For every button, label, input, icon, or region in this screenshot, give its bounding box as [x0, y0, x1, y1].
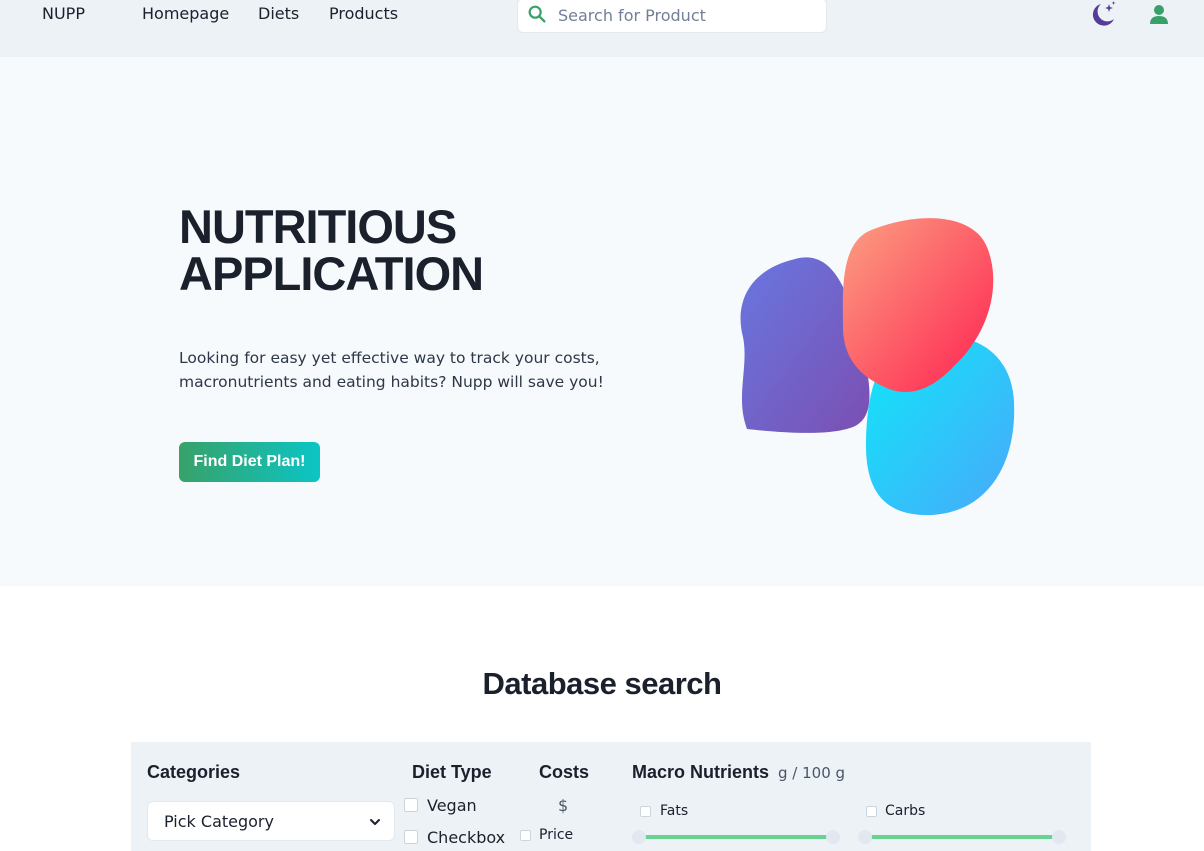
hero-title: NUTRITIOUS APPLICATION: [179, 203, 599, 297]
diet-checkbox-label: Checkbox: [427, 828, 506, 847]
vegan-checkbox[interactable]: [404, 798, 418, 812]
search-bar: [517, 0, 827, 33]
macro-unit: g / 100 g: [778, 764, 846, 782]
top-navbar: NUPP Homepage Diets Products: [0, 0, 1204, 57]
brand-logo[interactable]: NUPP: [42, 4, 85, 23]
fats-slider-track: [638, 835, 834, 839]
carbs-label: Carbs: [885, 803, 926, 819]
hero-blobs-illustration: [740, 218, 1015, 516]
hero-title-line: NUTRITIOUS: [179, 200, 457, 253]
costs-title: Costs: [539, 762, 590, 782]
diet-type-title: Diet Type: [412, 762, 492, 782]
hero-description-line: macronutrients and eating habits? Nupp w…: [179, 373, 604, 391]
vegan-label: Vegan: [427, 796, 477, 815]
nav-diets[interactable]: Diets: [258, 4, 299, 23]
chevron-down-icon: [370, 819, 380, 825]
fats-range-slider[interactable]: [632, 830, 840, 844]
hero-description: Looking for easy yet effective way to tr…: [179, 346, 619, 394]
category-select[interactable]: Pick Category: [147, 801, 395, 841]
fats-label: Fats: [660, 803, 689, 819]
macro-nutrients-title: Macro Nutrients: [632, 762, 770, 782]
categories-title: Categories: [147, 762, 241, 782]
carbs-slider-track: [864, 835, 1060, 839]
search-input[interactable]: [558, 1, 820, 29]
database-search-title: Database search: [482, 666, 722, 701]
filter-panel: Categories Pick Category Diet Type Vegan…: [131, 742, 1091, 851]
category-select-value: Pick Category: [164, 812, 274, 831]
carbs-slider-min-handle[interactable]: [858, 830, 872, 844]
diet-checkbox[interactable]: [404, 830, 418, 844]
search-icon[interactable]: [526, 3, 548, 25]
user-icon[interactable]: [1146, 2, 1172, 28]
currency-symbol: $: [558, 796, 569, 815]
fats-checkbox[interactable]: [640, 806, 651, 817]
price-label: Price: [539, 827, 574, 843]
hero-title-line: APPLICATION: [179, 247, 484, 300]
carbs-checkbox[interactable]: [866, 806, 877, 817]
fats-slider-min-handle[interactable]: [632, 830, 646, 844]
carbs-range-slider[interactable]: [858, 830, 1066, 844]
hero-description-line: Looking for easy yet effective way to tr…: [179, 349, 600, 367]
price-checkbox[interactable]: [520, 830, 531, 841]
fats-slider-max-handle[interactable]: [826, 830, 840, 844]
nav-products[interactable]: Products: [329, 4, 398, 23]
find-diet-plan-button[interactable]: Find Diet Plan!: [179, 442, 320, 482]
hero-section: NUTRITIOUS APPLICATION Looking for easy …: [0, 57, 1204, 586]
moon-icon[interactable]: [1088, 0, 1118, 30]
nav-homepage[interactable]: Homepage: [142, 4, 229, 23]
carbs-slider-max-handle[interactable]: [1052, 830, 1066, 844]
